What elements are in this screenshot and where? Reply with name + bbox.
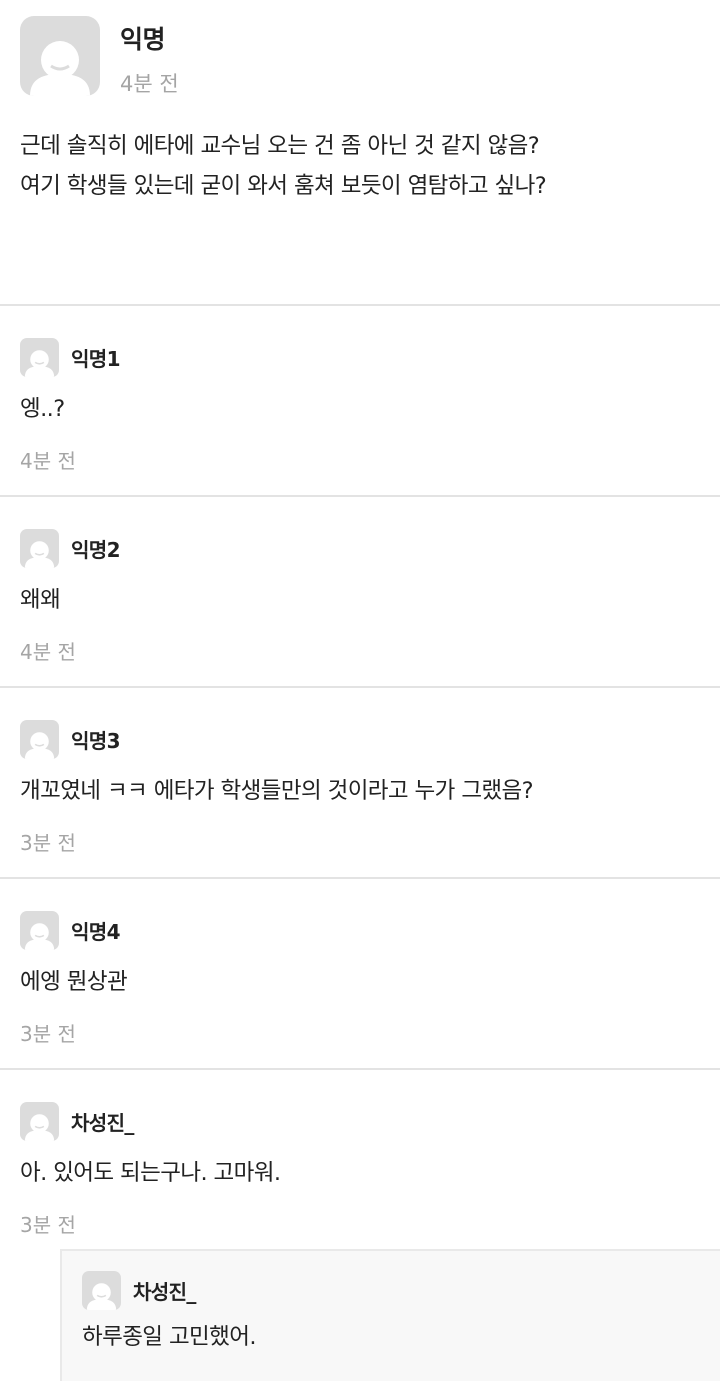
comment-avatar[interactable] — [20, 720, 59, 759]
comment-time: 4분 전 — [20, 640, 76, 664]
reply-item[interactable]: 차성진_ 하루종일 고민했어. — [60, 1249, 720, 1381]
comment-text: 왜왜 — [20, 587, 61, 613]
reply-avatar[interactable] — [82, 1271, 121, 1310]
comment-item[interactable]: 익명2 왜왜 4분 전 — [0, 496, 720, 686]
post-author-avatar[interactable] — [20, 16, 100, 96]
comment-item[interactable]: 익명4 에엥 뭔상관 3분 전 — [0, 878, 720, 1068]
comment-item[interactable]: 차성진_ 아. 있어도 되는구나. 고마워. 3분 전 — [0, 1069, 720, 1249]
post-body: 근데 솔직히 에타에 교수님 오는 건 좀 아닌 것 같지 않음? 여기 학생들… — [20, 126, 700, 206]
post-body-line: 여기 학생들 있는데 굳이 와서 훔쳐 보듯이 염탐하고 싶나? — [20, 173, 547, 199]
comment-text: 아. 있어도 되는구나. 고마워. — [20, 1160, 281, 1186]
comment-avatar[interactable] — [20, 338, 59, 377]
comment-avatar[interactable] — [20, 911, 59, 950]
comment-item[interactable]: 익명1 엥..? 4분 전 — [0, 305, 720, 495]
comment-text: 에엥 뭔상관 — [20, 969, 128, 995]
comment-author[interactable]: 익명3 — [71, 725, 121, 754]
default-profile-icon — [24, 923, 55, 950]
comment-author[interactable]: 익명4 — [71, 916, 121, 945]
post-time: 4분 전 — [120, 72, 179, 96]
comment-time: 3분 전 — [20, 831, 76, 855]
comment-time: 3분 전 — [20, 1022, 76, 1046]
comment-author[interactable]: 익명1 — [71, 343, 121, 372]
comment-time: 3분 전 — [20, 1213, 76, 1237]
comment-item[interactable]: 익명3 개꼬였네 ㅋㅋ 에타가 학생들만의 것이라고 누가 그랬음? 3분 전 — [0, 687, 720, 877]
default-profile-icon — [86, 1283, 117, 1310]
post-author[interactable]: 익명 — [120, 20, 179, 56]
comment-avatar[interactable] — [20, 1102, 59, 1141]
default-profile-icon — [24, 1114, 55, 1141]
post-header: 익명 4분 전 — [20, 16, 179, 98]
default-profile-icon — [24, 732, 55, 759]
comment-avatar[interactable] — [20, 529, 59, 568]
comment-author[interactable]: 익명2 — [71, 534, 121, 563]
comment-author[interactable]: 차성진_ — [71, 1107, 134, 1136]
reply-author[interactable]: 차성진_ — [133, 1276, 196, 1305]
default-profile-icon — [30, 41, 90, 96]
reply-text: 하루종일 고민했어. — [82, 1324, 257, 1350]
comment-text: 엥..? — [20, 396, 65, 422]
comment-text: 개꼬였네 ㅋㅋ 에타가 학생들만의 것이라고 누가 그랬음? — [20, 778, 534, 804]
post-body-line: 근데 솔직히 에타에 교수님 오는 건 좀 아닌 것 같지 않음? — [20, 133, 540, 159]
default-profile-icon — [24, 541, 55, 568]
default-profile-icon — [24, 350, 55, 377]
comment-time: 4분 전 — [20, 449, 76, 473]
